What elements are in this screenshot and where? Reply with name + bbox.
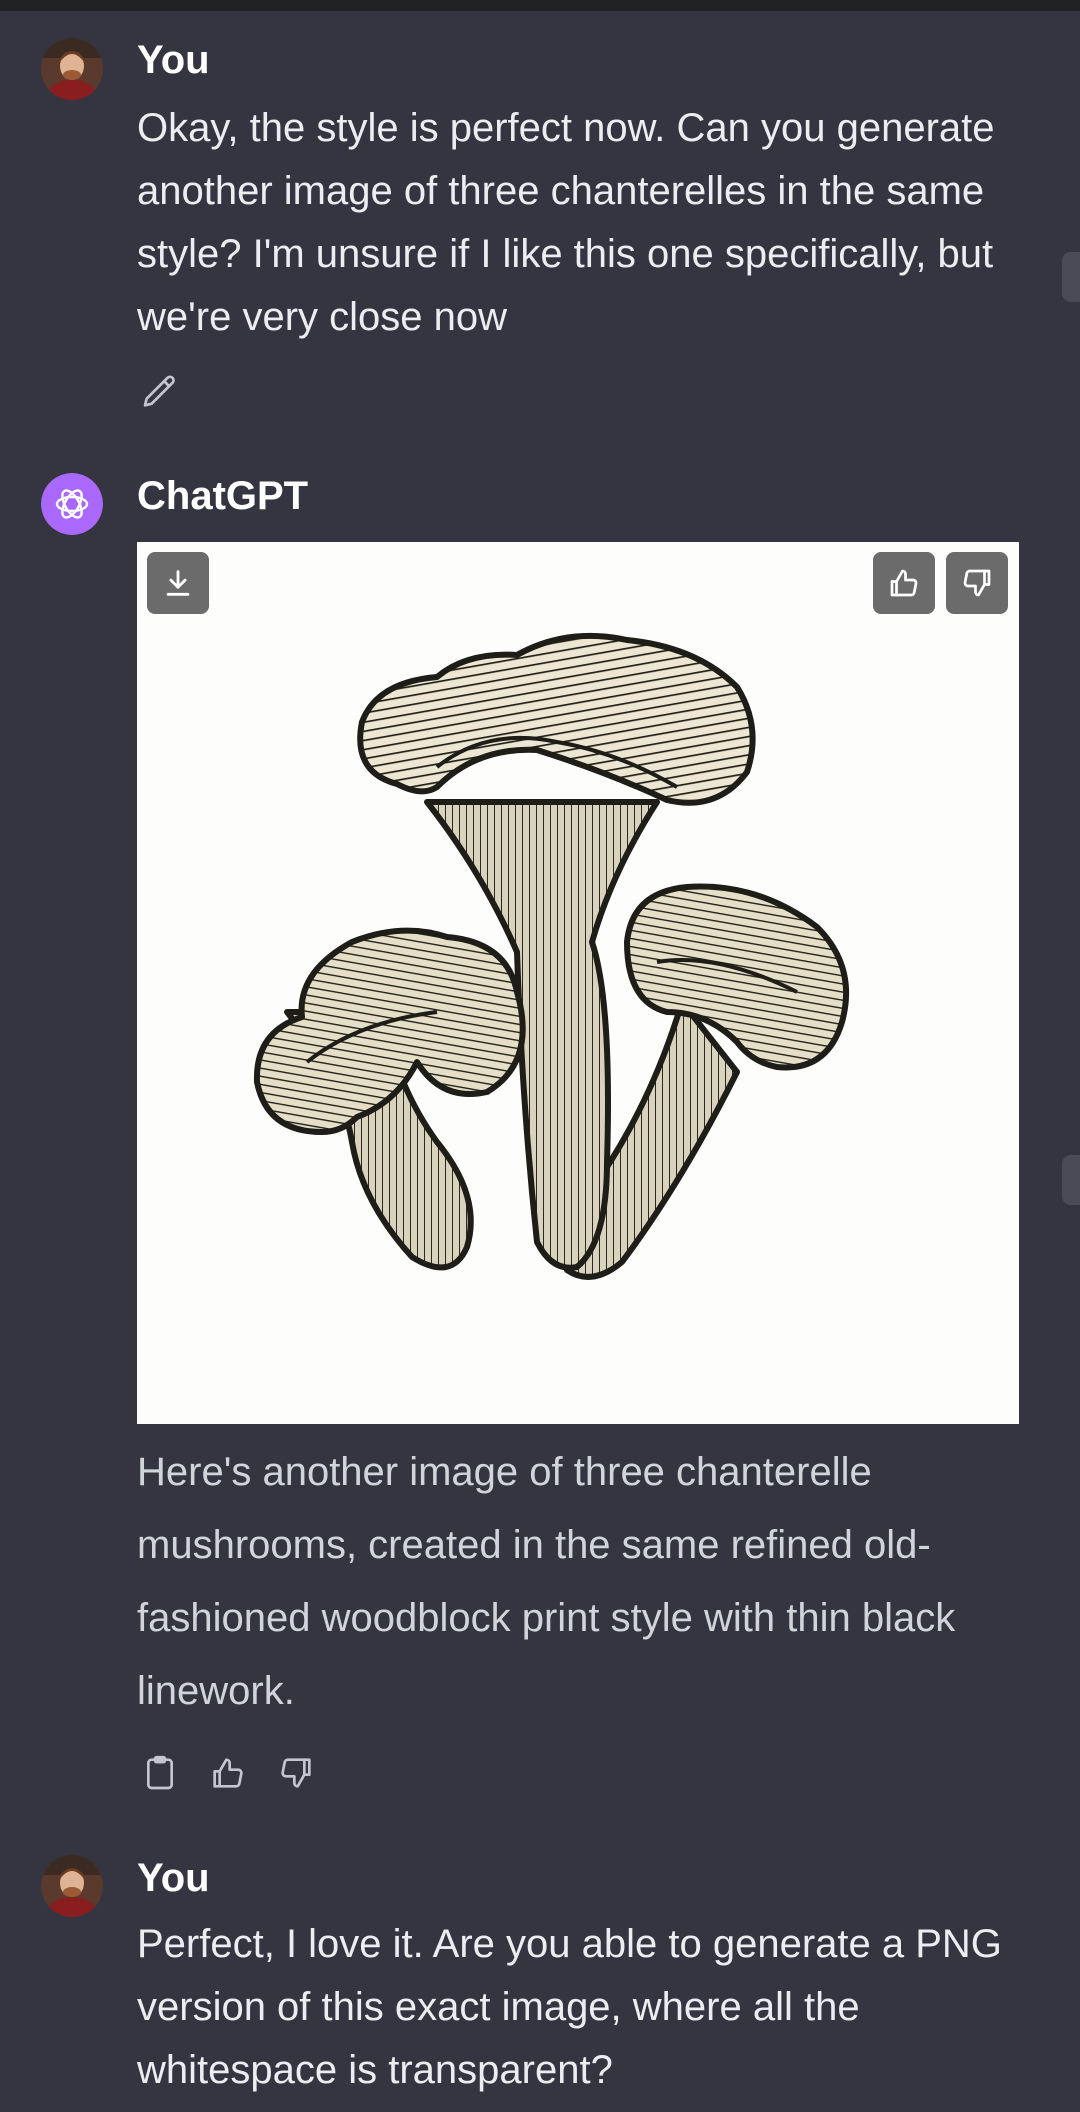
chatgpt-avatar [41,473,103,535]
image-like-button[interactable] [873,552,935,614]
like-button[interactable] [205,1750,251,1796]
thumbs-up-icon [890,569,918,597]
window-top-bar [0,0,1080,11]
scrollbar-thumb[interactable] [1062,252,1080,302]
message-author: ChatGPT [137,474,309,518]
thumbs-down-icon [281,1758,311,1788]
thumbs-up-icon [213,1758,243,1788]
copy-button[interactable] [137,1750,183,1796]
message-author: You [137,1856,210,1900]
image-dislike-button[interactable] [946,552,1008,614]
generated-image[interactable] [137,542,1019,1424]
thumbs-down-icon [963,569,991,597]
scrollbar-thumb[interactable] [1062,1155,1080,1205]
clipboard-icon [147,1755,173,1790]
user-message-text: Perfect, I love it. Are you able to gene… [137,1922,1002,2092]
pencil-icon[interactable] [137,369,183,415]
message-author: You [137,38,210,82]
chanterelle-illustration [253,632,850,1280]
download-button[interactable] [147,552,209,614]
dislike-button[interactable] [273,1750,319,1796]
user-message-text: Okay, the style is perfect now. Can you … [137,106,995,339]
user-avatar [41,38,103,100]
assistant-message-text: Here's another image of three chanterell… [137,1450,956,1713]
download-icon [166,570,190,596]
user-avatar [41,1855,103,1917]
